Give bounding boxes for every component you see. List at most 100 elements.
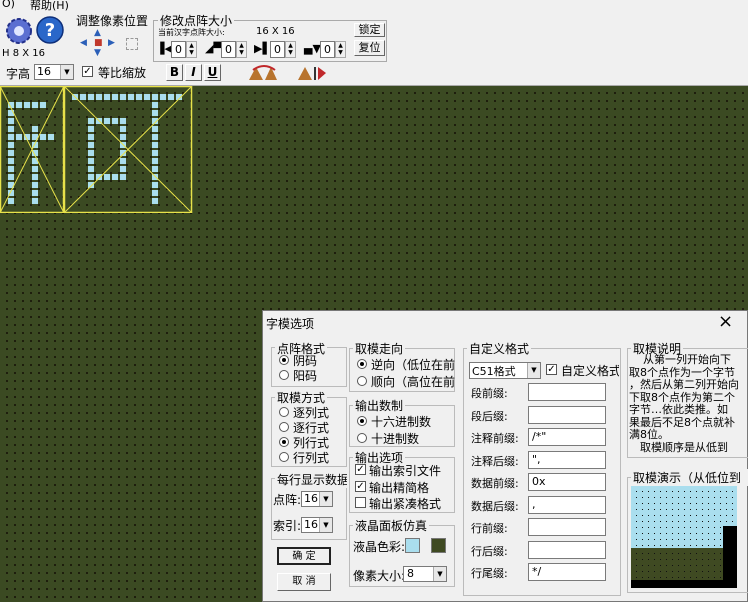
- help-icon[interactable]: ?: [35, 15, 65, 45]
- lcd-color-swatch[interactable]: [405, 538, 420, 553]
- radio-decimal-label: 十进制数: [371, 432, 420, 446]
- glyph-preview: [0, 85, 194, 214]
- move-left-icon[interactable]: ◀: [80, 38, 90, 48]
- demo-bar-right: [723, 526, 737, 588]
- radio-column-row[interactable]: [279, 437, 289, 447]
- radio-positive[interactable]: [279, 370, 289, 380]
- shrink-right-icon: ▶▌: [254, 42, 271, 55]
- font-height-label: 字高: [6, 67, 31, 81]
- dot-count-select[interactable]: 16 ▼: [301, 491, 333, 507]
- field-input[interactable]: [528, 383, 606, 401]
- index-count-select[interactable]: 16 ▼: [301, 517, 333, 533]
- spin-right-value[interactable]: 0: [270, 41, 285, 58]
- menu-bar: O) 帮助(H): [0, 0, 748, 12]
- italic-button[interactable]: I: [185, 64, 202, 81]
- center-icon[interactable]: ■: [94, 38, 104, 48]
- format-select[interactable]: C51格式 ▼: [469, 362, 541, 379]
- radio-reverse-label: 逆向（低位在前: [371, 358, 455, 372]
- radio-forward-label: 顺向（高位在前: [371, 375, 455, 389]
- radio-negative[interactable]: [279, 355, 289, 365]
- reset-button[interactable]: 复位: [354, 40, 385, 56]
- lcd-dark-swatch[interactable]: [431, 538, 446, 553]
- proportional-label: 等比缩放: [98, 66, 147, 80]
- spin-bottom-value[interactable]: 0: [320, 41, 335, 58]
- output-dense-checkbox[interactable]: [355, 497, 366, 508]
- output-index-checkbox[interactable]: ✓: [355, 464, 366, 475]
- menu-item-options[interactable]: O): [2, 0, 15, 10]
- field-input[interactable]: [528, 405, 606, 424]
- font-height-select[interactable]: 16 ▼: [34, 64, 74, 80]
- field-input[interactable]: /*": [528, 428, 606, 446]
- shrink-bottom-icon: ▄▼: [304, 42, 321, 55]
- current-size-label: 当前汉字点阵大小:: [158, 28, 225, 37]
- demo-bar-bottom: [631, 580, 737, 588]
- cancel-button[interactable]: 取 消: [277, 573, 331, 591]
- gear-icon[interactable]: [4, 16, 34, 46]
- radio-row[interactable]: [279, 422, 289, 432]
- chevron-down-icon: ▼: [60, 65, 73, 79]
- field-label: 段前缀:: [471, 387, 508, 400]
- explain-line: 取模顺序是从低到: [629, 440, 728, 454]
- field-input[interactable]: ",: [528, 450, 606, 469]
- custom-format-check-label: 自定义格式: [561, 364, 619, 378]
- radio-hex[interactable]: [357, 416, 367, 426]
- toolbar: ? H 8 X 16 调整像素位置 ▲ ◀ ■ ▶ ▼ 修改点阵大小 当前汉字点…: [0, 12, 748, 86]
- current-size-value: 16 X 16: [256, 26, 295, 37]
- field-label: 行尾缀:: [471, 567, 508, 580]
- chevron-down-icon: ▼: [527, 363, 540, 378]
- char-size-label: H 8 X 16: [2, 48, 45, 59]
- dialog-title: 字模选项: [266, 317, 315, 331]
- index-count-label: 索引:: [273, 519, 302, 533]
- ok-button[interactable]: 确 定: [277, 547, 331, 565]
- flip-icon[interactable]: [296, 64, 334, 82]
- pixel-box-icon[interactable]: [126, 38, 138, 50]
- custom-format-checkbox[interactable]: ✓: [546, 364, 557, 375]
- spin-top-value[interactable]: 0: [221, 41, 236, 58]
- lock-button[interactable]: 锁定: [354, 23, 385, 37]
- pixel-size-label: 像素大小:: [353, 569, 406, 583]
- spin-top-arrows[interactable]: ▲ ▼: [236, 41, 247, 58]
- move-right-icon[interactable]: ▶: [108, 38, 118, 48]
- field-input[interactable]: 0x: [528, 473, 606, 491]
- move-down-icon[interactable]: ▼: [94, 48, 104, 58]
- proportional-checkbox[interactable]: ✓: [82, 66, 93, 77]
- field-input[interactable]: ,: [528, 495, 606, 514]
- rotate-icon[interactable]: [247, 64, 285, 82]
- dot-count-label: 点阵:: [273, 493, 302, 507]
- radio-reverse[interactable]: [357, 359, 367, 369]
- output-compact-checkbox[interactable]: ✓: [355, 481, 366, 492]
- radio-row-column[interactable]: [279, 452, 289, 462]
- underline-button[interactable]: U: [204, 64, 221, 81]
- radio-positive-label: 阳码: [293, 369, 318, 383]
- close-icon[interactable]: ×: [718, 311, 733, 332]
- index-count-value: 16: [304, 518, 318, 531]
- menu-item-help[interactable]: 帮助(H): [30, 0, 69, 12]
- radio-column[interactable]: [279, 407, 289, 417]
- spin-left-value[interactable]: 0: [171, 41, 186, 58]
- field-input[interactable]: */: [528, 563, 606, 581]
- field-label: 段后缀:: [471, 409, 508, 423]
- field-input[interactable]: [528, 540, 606, 559]
- dot-count-value: 16: [304, 492, 318, 505]
- explain-line: 字节…依此类推。如: [629, 403, 728, 416]
- custom-format-legend: 自定义格式: [467, 340, 532, 357]
- spin-right-arrows[interactable]: ▲ ▼: [285, 41, 296, 58]
- chevron-down-icon: ▼: [319, 518, 332, 532]
- move-up-icon[interactable]: ▲: [94, 28, 104, 38]
- font-height-value: 16: [37, 65, 51, 78]
- explain-line: ，然后从第二列开始向: [629, 378, 739, 391]
- field-label: 行后缀:: [471, 544, 508, 558]
- bold-button[interactable]: B: [166, 64, 183, 81]
- chevron-down-icon: ▼: [433, 567, 446, 581]
- radio-forward[interactable]: [357, 376, 367, 386]
- field-input[interactable]: [528, 518, 606, 536]
- pixel-size-value: 8: [407, 567, 414, 580]
- lcd-legend: 液晶面板仿真: [353, 517, 430, 534]
- pixel-size-select[interactable]: 8 ▼: [403, 566, 447, 582]
- adjust-title: 调整像素位置: [76, 14, 149, 28]
- spin-left-arrows[interactable]: ▲ ▼: [186, 41, 197, 58]
- svg-text:?: ?: [45, 20, 55, 41]
- spin-bottom-arrows[interactable]: ▲ ▼: [335, 41, 346, 58]
- field-label: 数据后缀:: [471, 499, 519, 513]
- radio-decimal[interactable]: [357, 433, 367, 443]
